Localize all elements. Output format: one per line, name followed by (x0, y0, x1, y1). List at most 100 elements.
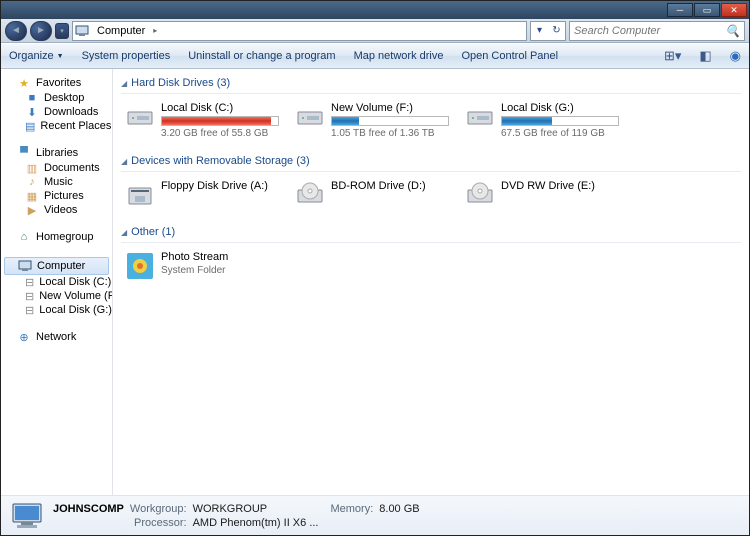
collapse-icon: ◢ (121, 228, 127, 237)
recent-icon: ▤ (25, 120, 35, 132)
memory-value: 8.00 GB (379, 503, 419, 515)
drive-free: 67.5 GB free of 119 GB (501, 128, 619, 139)
section-removable[interactable]: ◢Devices with Removable Storage (3) (121, 151, 741, 172)
titlebar[interactable]: ─ ▭ ✕ (1, 1, 749, 19)
map-drive-button[interactable]: Map network drive (354, 50, 444, 62)
refresh-box: ▾ ↻ (530, 21, 566, 41)
navigation-pane: ★Favorites ■Desktop ⬇Downloads ▤Recent P… (1, 69, 113, 495)
sidebar-item-music[interactable]: ♪Music (1, 175, 112, 189)
sidebar-libraries: ▀Libraries ▥Documents ♪Music ▦Pictures ▶… (1, 145, 112, 217)
drive-tile[interactable]: DVD RW Drive (E:) (461, 176, 623, 214)
usage-bar (331, 116, 449, 126)
drive-name: Local Disk (C:) (161, 102, 279, 114)
maximize-button[interactable]: ▭ (694, 3, 720, 17)
computer-large-icon (11, 500, 43, 532)
sidebar-homegroup: ⌂Homegroup (1, 229, 112, 245)
hdd-icon (125, 102, 155, 132)
sidebar-computer: Computer ⊟Local Disk (C:) ⊟New Volume (F… (1, 257, 112, 317)
documents-icon: ▥ (25, 162, 39, 174)
details-text: JOHNSCOMP Workgroup: WORKGROUP Memory: 8… (53, 503, 420, 529)
desktop-icon: ■ (25, 92, 39, 104)
addr-dropdown-button[interactable]: ▾ (531, 22, 548, 40)
explorer-window: ─ ▭ ✕ ◄ ► ▾ Computer ▸ ▾ ↻ 🔍 Organize ▼ … (0, 0, 750, 536)
sidebar-item-disk-g[interactable]: ⊟Local Disk (G:) (1, 303, 112, 317)
star-icon: ★ (17, 77, 31, 89)
section-other[interactable]: ◢Other (1) (121, 222, 741, 243)
drive-tile[interactable]: New Volume (F:) 1.05 TB free of 1.36 TB (291, 98, 453, 143)
homegroup-icon: ⌂ (17, 231, 31, 243)
sidebar-item-disk-f[interactable]: ⊟New Volume (F:) (1, 289, 112, 303)
help-button[interactable]: ◉ (730, 48, 741, 64)
drive-tile[interactable]: Local Disk (C:) 3.20 GB free of 55.8 GB (121, 98, 283, 143)
details-pane: JOHNSCOMP Workgroup: WORKGROUP Memory: 8… (1, 495, 749, 535)
usage-bar (161, 116, 279, 126)
breadcrumb-chevron-icon[interactable]: ▸ (153, 26, 157, 35)
search-box[interactable]: 🔍 (569, 21, 745, 41)
downloads-icon: ⬇ (25, 106, 39, 118)
sidebar-item-desktop[interactable]: ■Desktop (1, 91, 112, 105)
chevron-down-icon: ▼ (57, 53, 64, 60)
sidebar-item-documents[interactable]: ▥Documents (1, 161, 112, 175)
body: ★Favorites ■Desktop ⬇Downloads ▤Recent P… (1, 69, 749, 495)
libraries-icon: ▀ (17, 147, 31, 159)
network-icon: ⊕ (17, 331, 31, 343)
computer-name: JOHNSCOMP (53, 503, 124, 515)
recent-button[interactable]: ▾ (55, 23, 69, 39)
command-bar: Organize ▼ System properties Uninstall o… (1, 43, 749, 69)
disk-icon: ⊟ (25, 304, 34, 316)
sidebar-item-pictures[interactable]: ▦Pictures (1, 189, 112, 203)
content-pane: ◢Hard Disk Drives (3) Local Disk (C:) 3.… (113, 69, 749, 495)
search-icon[interactable]: 🔍 (725, 24, 740, 38)
sidebar-favorites-header[interactable]: ★Favorites (1, 75, 112, 91)
sidebar-computer-header[interactable]: Computer (4, 257, 109, 275)
pictures-icon: ▦ (25, 190, 39, 202)
sidebar-favorites: ★Favorites ■Desktop ⬇Downloads ▤Recent P… (1, 75, 112, 133)
processor-value: AMD Phenom(tm) II X6 ... (193, 517, 319, 529)
system-properties-button[interactable]: System properties (82, 50, 171, 62)
back-button[interactable]: ◄ (5, 21, 27, 41)
drive-name: Local Disk (G:) (501, 102, 619, 114)
sidebar-libraries-header[interactable]: ▀Libraries (1, 145, 112, 161)
drive-tile[interactable]: Local Disk (G:) 67.5 GB free of 119 GB (461, 98, 623, 143)
sidebar-item-downloads[interactable]: ⬇Downloads (1, 105, 112, 119)
sidebar-homegroup-header[interactable]: ⌂Homegroup (1, 229, 112, 245)
preview-pane-button[interactable]: ◧ (699, 48, 711, 64)
hdd-icon (465, 102, 495, 132)
drive-free: 1.05 TB free of 1.36 TB (331, 128, 449, 139)
processor-label: Processor: (130, 517, 187, 529)
close-button[interactable]: ✕ (721, 3, 747, 17)
music-icon: ♪ (25, 176, 39, 188)
address-box[interactable]: Computer ▸ (72, 21, 527, 41)
refresh-button[interactable]: ↻ (548, 22, 565, 40)
breadcrumb-computer[interactable]: Computer (93, 22, 149, 40)
drive-tile[interactable]: Floppy Disk Drive (A:) (121, 176, 283, 214)
sidebar-item-recent[interactable]: ▤Recent Places (1, 119, 112, 133)
workgroup-value: WORKGROUP (193, 503, 319, 515)
search-input[interactable] (574, 25, 725, 37)
organize-button[interactable]: Organize ▼ (9, 50, 64, 62)
sidebar-network: ⊕Network (1, 329, 112, 345)
section-hdd[interactable]: ◢Hard Disk Drives (3) (121, 73, 741, 94)
sidebar-item-disk-c[interactable]: ⊟Local Disk (C:) (1, 275, 112, 289)
drive-name: New Volume (F:) (331, 102, 449, 114)
removable-icon (125, 180, 155, 210)
address-bar: ◄ ► ▾ Computer ▸ ▾ ↻ 🔍 (1, 19, 749, 43)
disk-icon: ⊟ (25, 276, 34, 288)
minimize-button[interactable]: ─ (667, 3, 693, 17)
drive-tile[interactable]: BD-ROM Drive (D:) (291, 176, 453, 214)
forward-button[interactable]: ► (30, 21, 52, 41)
disk-icon: ⊟ (25, 290, 34, 302)
usage-bar (501, 116, 619, 126)
removable-icon (295, 180, 325, 210)
uninstall-button[interactable]: Uninstall or change a program (188, 50, 335, 62)
removable-icon (465, 180, 495, 210)
hdd-icon (295, 102, 325, 132)
computer-icon (18, 260, 32, 272)
sidebar-network-header[interactable]: ⊕Network (1, 329, 112, 345)
sidebar-item-videos[interactable]: ▶Videos (1, 203, 112, 217)
drive-name: DVD RW Drive (E:) (501, 180, 619, 192)
view-button[interactable]: ⊞▾ (664, 48, 681, 64)
workgroup-label: Workgroup: (130, 503, 187, 515)
folder-tile[interactable]: Photo StreamSystem Folder (121, 247, 283, 285)
control-panel-button[interactable]: Open Control Panel (461, 50, 558, 62)
